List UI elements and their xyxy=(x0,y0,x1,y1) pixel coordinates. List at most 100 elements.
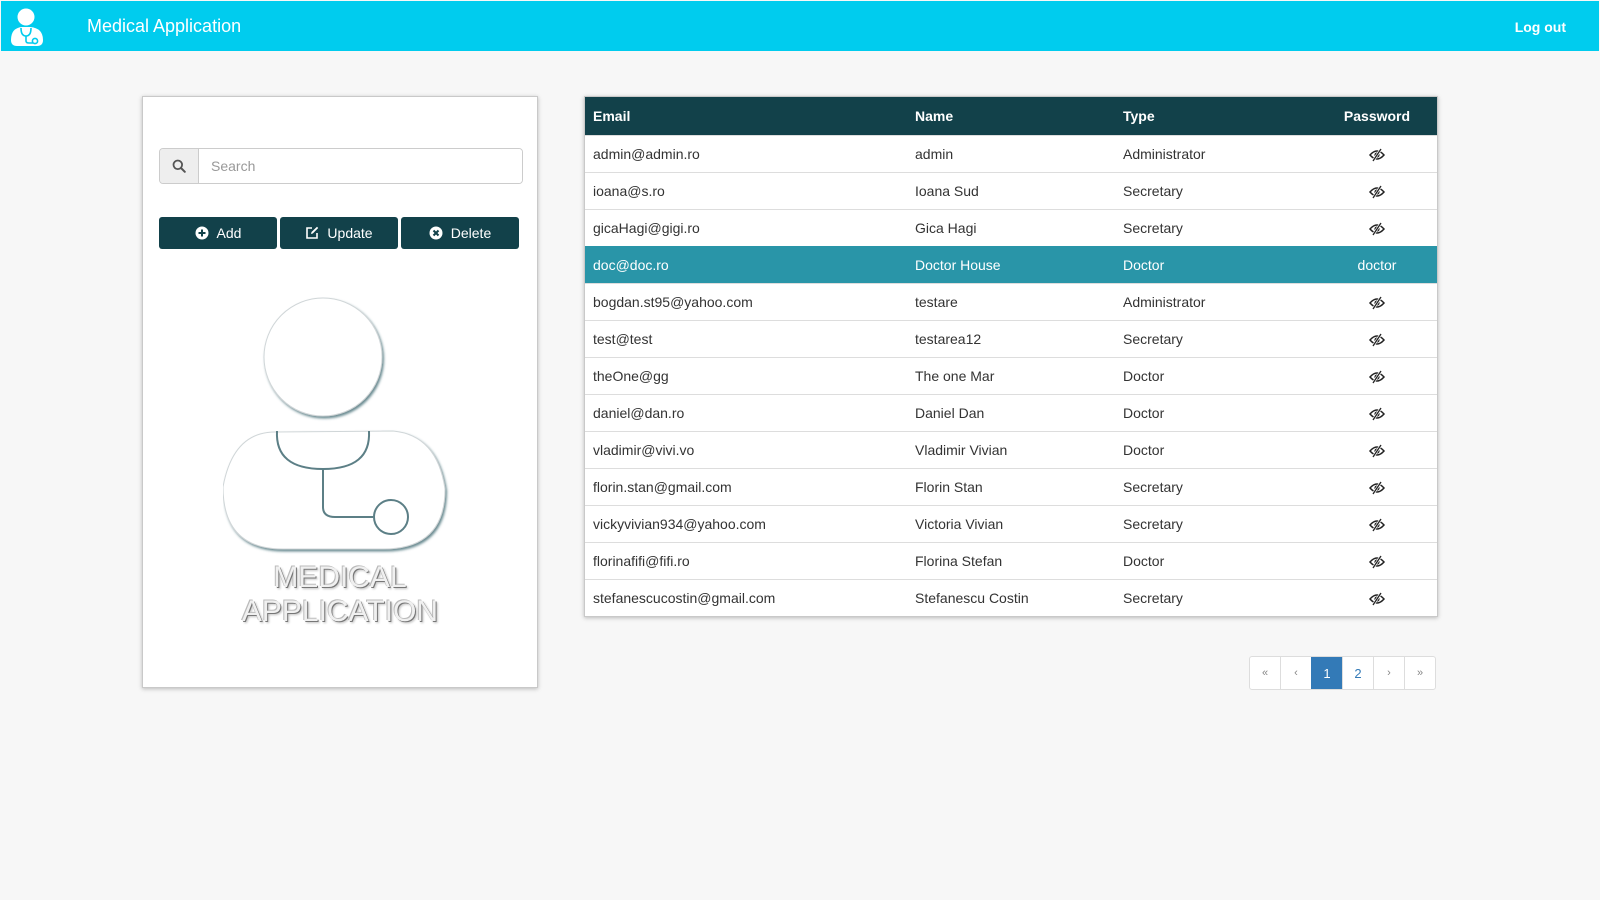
table-row[interactable]: daniel@dan.ro Daniel Dan Doctor xyxy=(585,393,1437,431)
cell-password: doctor xyxy=(1317,245,1437,283)
cell-password xyxy=(1317,319,1437,357)
watermark-line-2: APPLICATION xyxy=(241,595,439,628)
search-group xyxy=(159,148,523,184)
cell-type: Doctor xyxy=(1115,393,1317,431)
cell-type: Doctor xyxy=(1115,356,1317,394)
table-row[interactable]: vickyvivian934@yahoo.com Victoria Vivian S… xyxy=(585,504,1437,542)
plus-circle-icon xyxy=(195,226,209,240)
users-table: Email Name Type Password admin@admin.ro a… xyxy=(585,97,1437,616)
table-row[interactable]: ioana@s.ro Ioana Sud Secretary xyxy=(585,171,1437,209)
cell-password xyxy=(1317,134,1437,172)
cell-type: Administrator xyxy=(1115,282,1317,320)
eye-slash-icon[interactable] xyxy=(1369,147,1385,162)
cell-name: Daniel Dan xyxy=(907,393,1115,431)
search-icon xyxy=(160,149,199,183)
cell-email: theOne@gg xyxy=(585,356,907,394)
cell-type: Administrator xyxy=(1115,134,1317,172)
delete-button[interactable]: Delete xyxy=(401,217,519,249)
page-prev[interactable]: ‹ xyxy=(1280,657,1311,689)
cell-email: florinafifi@fifi.ro xyxy=(585,541,907,579)
cell-password xyxy=(1317,430,1437,468)
cell-password xyxy=(1317,541,1437,579)
cell-type: Secretary xyxy=(1115,578,1317,616)
table-row[interactable]: florinafifi@fifi.ro Florina Stefan Doctor xyxy=(585,541,1437,579)
cell-email: ioana@s.ro xyxy=(585,171,907,209)
cell-password xyxy=(1317,504,1437,542)
cell-password xyxy=(1317,578,1437,616)
cell-email: gicaHagi@gigi.ro xyxy=(585,208,907,246)
cell-type: Secretary xyxy=(1115,171,1317,209)
cell-password xyxy=(1317,356,1437,394)
watermark-line-1: MEDICAL xyxy=(273,561,407,594)
eye-slash-icon[interactable] xyxy=(1369,480,1385,495)
edit-icon xyxy=(306,226,319,239)
table-row[interactable]: doc@doc.ro Doctor House Doctor doctor xyxy=(585,245,1437,283)
table-row[interactable]: bogdan.st95@yahoo.com testare Administrato… xyxy=(585,282,1437,320)
eye-slash-icon[interactable] xyxy=(1369,517,1385,532)
table-row[interactable]: vladimir@vivi.vo Vladimir Vivian Doctor xyxy=(585,430,1437,468)
column-header-password[interactable]: Password xyxy=(1317,97,1437,135)
eye-slash-icon[interactable] xyxy=(1369,221,1385,236)
table-row[interactable]: theOne@gg The one Mar Doctor xyxy=(585,356,1437,394)
top-navbar: Medical Application Log out xyxy=(1,1,1599,51)
cell-name: Florin Stan xyxy=(907,467,1115,505)
add-button[interactable]: Add xyxy=(159,217,277,249)
cell-name: The one Mar xyxy=(907,356,1115,394)
cell-type: Secretary xyxy=(1115,467,1317,505)
column-header-name[interactable]: Name xyxy=(907,97,1115,135)
table-row[interactable]: florin.stan@gmail.com Florin Stan Secretar… xyxy=(585,467,1437,505)
users-table-container: Email Name Type Password admin@admin.ro a… xyxy=(584,96,1438,617)
table-row[interactable]: test@test testarea12 Secretary xyxy=(585,319,1437,357)
cell-email: vickyvivian934@yahoo.com xyxy=(585,504,907,542)
user-actions-panel: Add Update Delete M xyxy=(142,96,538,688)
table-row[interactable]: gicaHagi@gigi.ro Gica Hagi Secretary xyxy=(585,208,1437,246)
table-row[interactable]: stefanescucostin@gmail.com Stefanescu Cos… xyxy=(585,578,1437,616)
pagination: « ‹ 1 2 › » xyxy=(1249,656,1436,690)
cell-password xyxy=(1317,467,1437,505)
delete-button-label: Delete xyxy=(450,225,492,241)
action-buttons: Add Update Delete xyxy=(159,217,519,249)
logout-link[interactable]: Log out xyxy=(1515,19,1566,35)
cell-type: Secretary xyxy=(1115,208,1317,246)
eye-slash-icon[interactable] xyxy=(1369,295,1385,310)
table-header-row: Email Name Type Password xyxy=(585,97,1437,135)
times-circle-icon xyxy=(429,226,443,240)
cell-email: bogdan.st95@yahoo.com xyxy=(585,282,907,320)
cell-password xyxy=(1317,393,1437,431)
table-row[interactable]: admin@admin.ro admin Administrator xyxy=(585,134,1437,172)
eye-slash-icon[interactable] xyxy=(1369,591,1385,606)
column-header-email[interactable]: Email xyxy=(585,97,907,135)
cell-name: Vladimir Vivian xyxy=(907,430,1115,468)
column-header-type[interactable]: Type xyxy=(1115,97,1317,135)
page-2[interactable]: 2 xyxy=(1342,657,1373,689)
page-last[interactable]: » xyxy=(1404,657,1435,689)
eye-slash-icon[interactable] xyxy=(1369,184,1385,199)
eye-slash-icon[interactable] xyxy=(1369,554,1385,569)
eye-slash-icon[interactable] xyxy=(1369,332,1385,347)
cell-name: Gica Hagi xyxy=(907,208,1115,246)
page-1[interactable]: 1 xyxy=(1311,657,1342,689)
cell-type: Doctor xyxy=(1115,245,1317,283)
cell-password xyxy=(1317,171,1437,209)
cell-email: vladimir@vivi.vo xyxy=(585,430,907,468)
cell-password xyxy=(1317,282,1437,320)
eye-slash-icon[interactable] xyxy=(1369,406,1385,421)
update-button[interactable]: Update xyxy=(280,217,398,249)
cell-name: Stefanescu Costin xyxy=(907,578,1115,616)
search-input[interactable] xyxy=(199,149,522,183)
eye-slash-icon[interactable] xyxy=(1369,443,1385,458)
cell-name: testarea12 xyxy=(907,319,1115,357)
cell-email: daniel@dan.ro xyxy=(585,393,907,431)
cell-email: test@test xyxy=(585,319,907,357)
cell-name: admin xyxy=(907,134,1115,172)
cell-type: Doctor xyxy=(1115,430,1317,468)
page-next[interactable]: › xyxy=(1373,657,1404,689)
eye-slash-icon[interactable] xyxy=(1369,369,1385,384)
page-first[interactable]: « xyxy=(1250,657,1280,689)
cell-email: stefanescucostin@gmail.com xyxy=(585,578,907,616)
cell-type: Secretary xyxy=(1115,319,1317,357)
cell-email: florin.stan@gmail.com xyxy=(585,467,907,505)
doctor-illustration-icon xyxy=(223,297,446,550)
app-title: Medical Application xyxy=(87,16,242,36)
cell-name: Doctor House xyxy=(907,245,1115,283)
